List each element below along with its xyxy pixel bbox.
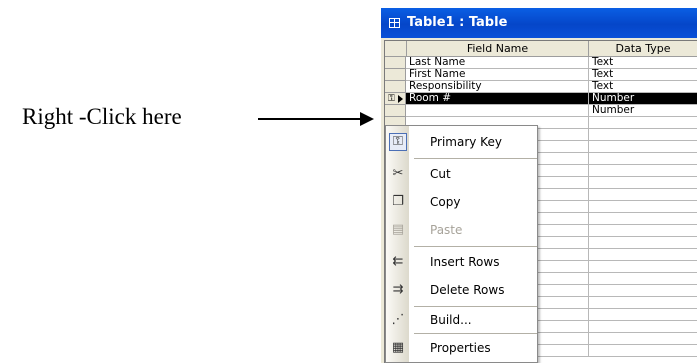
menu-item-label: Paste	[430, 223, 463, 237]
field-name-cell[interactable]: Responsibility	[406, 81, 589, 93]
table-row-selected[interactable]: ⚿ Room # Number	[385, 93, 697, 105]
menu-item-label: Insert Rows	[430, 255, 500, 269]
title-bar[interactable]: Table1 : Table	[381, 8, 697, 38]
row-selector[interactable]	[385, 81, 406, 93]
menu-item-label: Properties	[430, 341, 491, 355]
menu-item-insert-rows[interactable]: ⇇ Insert Rows	[386, 248, 537, 276]
data-type-cell[interactable]: Number	[589, 105, 697, 117]
field-name-cell[interactable]: First Name	[406, 69, 589, 81]
data-type-cell[interactable]	[589, 261, 697, 273]
menu-item-build[interactable]: ⋰ Build...	[386, 306, 537, 334]
insert-rows-icon: ⇇	[392, 254, 404, 269]
data-type-cell[interactable]	[589, 249, 697, 261]
menu-item-label: Delete Rows	[430, 283, 505, 297]
menu-item-paste[interactable]: ▤ Paste	[386, 216, 537, 244]
data-type-cell[interactable]	[589, 141, 697, 153]
data-type-cell[interactable]	[589, 153, 697, 165]
scissors-icon: ✂	[392, 166, 404, 181]
table-row[interactable]: Responsibility Text	[385, 81, 697, 93]
row-selector[interactable]: ⚿	[385, 93, 406, 105]
window-title: Table1 : Table	[407, 15, 508, 30]
data-type-cell[interactable]	[589, 285, 697, 297]
key-icon: ⚿	[389, 133, 407, 151]
menu-item-properties[interactable]: ▦ Properties	[386, 334, 537, 362]
clipboard-icon: ▤	[391, 222, 405, 237]
data-type-cell[interactable]	[589, 225, 697, 237]
data-type-cell[interactable]: Text	[589, 57, 697, 69]
data-type-cell[interactable]	[589, 189, 697, 201]
data-type-cell[interactable]	[589, 333, 697, 345]
table-row[interactable]: Last Name Text	[385, 57, 697, 69]
row-selector-header[interactable]	[385, 41, 407, 57]
menu-item-cut[interactable]: ✂ Cut	[386, 160, 537, 188]
menu-item-copy[interactable]: ❐ Copy	[386, 188, 537, 216]
data-type-cell[interactable]	[589, 345, 697, 357]
menu-item-label: Copy	[430, 195, 461, 209]
primary-key-icon: ⚿	[388, 94, 395, 104]
data-type-cell[interactable]	[589, 237, 697, 249]
menu-item-primary-key[interactable]: ⚿ Primary Key	[386, 128, 537, 156]
current-row-icon	[398, 95, 403, 103]
data-type-cell[interactable]	[589, 177, 697, 189]
data-type-cell[interactable]	[589, 213, 697, 225]
menu-item-delete-rows[interactable]: ⇉ Delete Rows	[386, 276, 537, 304]
properties-icon: ▦	[391, 340, 405, 355]
data-type-cell[interactable]	[589, 297, 697, 309]
arrow-head-icon	[360, 112, 374, 126]
row-selector[interactable]	[385, 69, 406, 81]
field-name-cell[interactable]	[406, 105, 589, 117]
data-type-header[interactable]: Data Type	[589, 41, 697, 57]
menu-item-label: Cut	[430, 167, 451, 181]
delete-rows-icon: ⇉	[392, 282, 404, 297]
data-type-cell[interactable]	[589, 117, 697, 129]
data-type-cell[interactable]	[589, 309, 697, 321]
menu-separator	[414, 246, 537, 247]
field-name-header[interactable]: Field Name	[407, 41, 589, 57]
menu-item-label: Build...	[430, 313, 472, 327]
data-type-cell[interactable]	[589, 165, 697, 177]
field-name-cell[interactable]: Last Name	[406, 57, 589, 69]
build-wand-icon: ⋰	[391, 312, 405, 327]
row-selector[interactable]	[385, 105, 406, 117]
field-name-cell[interactable]: Room #	[406, 93, 589, 105]
annotation-label: Right -Click here	[22, 104, 182, 129]
table-icon	[389, 18, 400, 28]
table-row[interactable]: First Name Text	[385, 69, 697, 81]
copy-icon: ❐	[392, 194, 404, 209]
table-row[interactable]: Number	[385, 105, 697, 117]
arrow-line	[258, 118, 362, 120]
data-type-cell[interactable]	[589, 321, 697, 333]
data-type-cell[interactable]	[589, 273, 697, 285]
row-selector[interactable]	[385, 57, 406, 69]
data-type-cell[interactable]: Number	[589, 93, 697, 105]
menu-item-label: Primary Key	[430, 135, 502, 149]
context-menu: ⚿ Primary Key ✂ Cut ❐ Copy ▤ Paste ⇇ Ins…	[385, 125, 538, 363]
data-type-cell[interactable]: Text	[589, 81, 697, 93]
data-type-cell[interactable]	[589, 201, 697, 213]
menu-separator	[414, 158, 537, 159]
data-type-cell[interactable]: Text	[589, 69, 697, 81]
data-type-cell[interactable]	[589, 129, 697, 141]
